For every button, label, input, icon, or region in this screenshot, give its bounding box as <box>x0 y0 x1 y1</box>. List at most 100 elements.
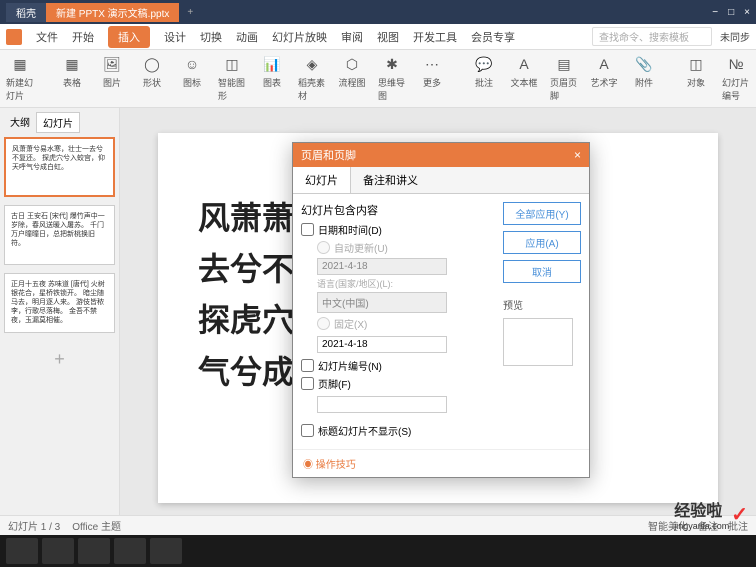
menu-member[interactable]: 会员专享 <box>471 29 515 45</box>
input-footer-text[interactable] <box>317 396 447 413</box>
menu-review[interactable]: 审阅 <box>341 29 363 45</box>
ribbon-智能图形[interactable]: ◫智能图形 <box>218 54 246 102</box>
taskbar-item[interactable] <box>6 538 38 564</box>
menu-file[interactable]: 文件 <box>36 29 58 45</box>
app-logo-icon <box>6 29 22 45</box>
section-label: 幻灯片包含内容 <box>301 202 495 218</box>
maximize-icon[interactable]: □ <box>728 7 734 18</box>
ribbon-表格[interactable]: ▦表格 <box>58 54 86 89</box>
input-fixed-date[interactable] <box>317 336 447 353</box>
ribbon-icon: 📎 <box>634 54 654 74</box>
ribbon-icon: 🖼 <box>102 54 122 74</box>
statusbar: 幻灯片 1 / 3 Office 主题 智能美化 备注 批注 <box>0 515 756 535</box>
ribbon-icon: A <box>514 54 534 74</box>
header-footer-dialog: 页眉和页脚 × 幻灯片 备注和讲义 幻灯片包含内容 日期和时间(D) 自动更新(… <box>292 142 590 478</box>
taskbar-item[interactable] <box>42 538 74 564</box>
menu-start[interactable]: 开始 <box>72 29 94 45</box>
combo-date-format: 2021-4-18 <box>317 258 447 275</box>
checkbox-datetime[interactable]: 日期和时间(D) <box>301 222 495 237</box>
tab-outline[interactable]: 大纲 <box>4 112 36 133</box>
titlebar: 稻壳 新建 PPTX 演示文稿.pptx + − □ × <box>0 0 756 24</box>
sync-status[interactable]: 未同步 <box>720 29 750 44</box>
ribbon-艺术字[interactable]: A艺术字 <box>590 54 618 89</box>
ribbon-思维导图[interactable]: ✱思维导图 <box>378 54 406 102</box>
slide-thumb-1[interactable]: 风萧萧兮易水寒，壮士一去兮不复还。 探虎穴兮入蛟宫，仰天呼气兮成白虹。 <box>4 137 115 197</box>
taskbar-item[interactable] <box>114 538 146 564</box>
menu-transition[interactable]: 切换 <box>200 29 222 45</box>
ribbon-icon: 📊 <box>262 54 282 74</box>
dialog-title-text: 页眉和页脚 <box>301 147 356 163</box>
menu-design[interactable]: 设计 <box>164 29 186 45</box>
ribbon-形状[interactable]: ◯形状 <box>138 54 166 89</box>
radio-fixed[interactable]: 固定(X) <box>317 316 495 331</box>
theme-indicator: Office 主题 <box>72 518 121 533</box>
ribbon-icon: № <box>726 54 746 74</box>
ribbon-icon: ◈ <box>302 54 322 74</box>
ribbon-icon: A <box>594 54 614 74</box>
ribbon-icon: ▦ <box>62 54 82 74</box>
menu-view[interactable]: 视图 <box>377 29 399 45</box>
apply-button[interactable]: 应用(A) <box>503 231 581 254</box>
dialog-tab-notes[interactable]: 备注和讲义 <box>351 167 430 193</box>
menu-slideshow[interactable]: 幻灯片放映 <box>272 29 327 45</box>
menu-animation[interactable]: 动画 <box>236 29 258 45</box>
close-icon[interactable]: × <box>744 7 750 18</box>
checkbox-footer[interactable]: 页脚(F) <box>301 376 495 391</box>
ribbon-图表[interactable]: 📊图表 <box>258 54 286 89</box>
tab-add[interactable]: + <box>179 5 201 20</box>
ribbon-图片[interactable]: 🖼图片 <box>98 54 126 89</box>
dialog-close-icon[interactable]: × <box>574 148 581 162</box>
apply-all-button[interactable]: 全部应用(Y) <box>503 202 581 225</box>
radio-auto-update[interactable]: 自动更新(U) <box>317 240 495 255</box>
dialog-titlebar: 页眉和页脚 × <box>293 143 589 167</box>
taskbar-item[interactable] <box>150 538 182 564</box>
ribbon-附件[interactable]: 📎附件 <box>630 54 658 89</box>
checkbox-slide-number[interactable]: 幻灯片编号(N) <box>301 358 495 373</box>
tab-slides[interactable]: 幻灯片 <box>36 112 80 133</box>
preview-label: 预览 <box>503 297 581 312</box>
slide-thumb-3[interactable]: 正月十五夜 苏味道 [唐代] 火树银花合，星桥铁锁开。 暗尘随马去，明月逐人来。… <box>4 273 115 333</box>
lang-label: 语言(国家/地区)(L): <box>317 277 495 290</box>
ribbon-对象[interactable]: ◫对象 <box>682 54 710 89</box>
ribbon-icon: ⬡ <box>342 54 362 74</box>
slide-thumb-2[interactable]: 古日 王安石 [宋代] 爆竹声中一岁除，春风送暖入屠苏。 千门万户曈曈日，总把新… <box>4 205 115 265</box>
tab-home[interactable]: 稻壳 <box>6 3 46 22</box>
taskbar-item[interactable] <box>78 538 110 564</box>
dialog-content: 幻灯片包含内容 日期和时间(D) 自动更新(U) 2021-4-18 语言(国家… <box>301 202 495 441</box>
panel-tabs: 大纲 幻灯片 <box>4 112 115 133</box>
add-slide-button[interactable]: + <box>4 341 115 378</box>
ribbon-批注[interactable]: 💬批注 <box>470 54 498 89</box>
ribbon-icon: ✱ <box>382 54 402 74</box>
ribbon-文本框[interactable]: A文本框 <box>510 54 538 89</box>
cancel-button[interactable]: 取消 <box>503 260 581 283</box>
ribbon-icon: 💬 <box>474 54 494 74</box>
ribbon-更多[interactable]: ⋯更多 <box>418 54 446 89</box>
menu-insert[interactable]: 插入 <box>108 26 150 48</box>
tab-document[interactable]: 新建 PPTX 演示文稿.pptx <box>46 3 179 22</box>
ribbon-稻壳素材[interactable]: ◈稻壳素材 <box>298 54 326 102</box>
ribbon-icon: ◯ <box>142 54 162 74</box>
search-input[interactable]: 查找命令、搜索模板 <box>592 27 712 46</box>
slide-panel: 大纲 幻灯片 风萧萧兮易水寒，壮士一去兮不复还。 探虎穴兮入蛟宫，仰天呼气兮成白… <box>0 108 120 528</box>
combo-language: 中文(中国) <box>317 292 447 313</box>
dialog-tips[interactable]: ◉ 操作技巧 <box>293 449 589 477</box>
dialog-tab-slide[interactable]: 幻灯片 <box>293 167 351 193</box>
ribbon: ▦新建幻灯片 ▦表格 🖼图片 ◯形状 ☺图标 ◫智能图形 📊图表 ◈稻壳素材 ⬡流程图 ✱思维导图… <box>0 50 756 108</box>
check-icon: ✓ <box>731 502 748 527</box>
menu-devtools[interactable]: 开发工具 <box>413 29 457 45</box>
ribbon-icon: ◫ <box>686 54 706 74</box>
ribbon-流程图[interactable]: ⬡流程图 <box>338 54 366 89</box>
ribbon-幻灯片编号[interactable]: №幻灯片编号 <box>722 54 750 102</box>
minimize-icon[interactable]: − <box>712 7 718 18</box>
ribbon-图标[interactable]: ☺图标 <box>178 54 206 89</box>
taskbar <box>0 535 756 567</box>
ribbon-icon: ◫ <box>222 54 242 74</box>
watermark: 经验啦 jingyanla.com ✓ <box>674 497 748 531</box>
ribbon-icon: ☺ <box>182 54 202 74</box>
preview-box <box>503 318 573 366</box>
page-indicator: 幻灯片 1 / 3 <box>8 518 60 533</box>
checkbox-hide-title[interactable]: 标题幻灯片不显示(S) <box>301 423 495 438</box>
ribbon-新建幻灯片[interactable]: ▦新建幻灯片 <box>6 54 34 102</box>
ribbon-页眉页脚[interactable]: ▤页眉页脚 <box>550 54 578 102</box>
dialog-tabs: 幻灯片 备注和讲义 <box>293 167 589 194</box>
